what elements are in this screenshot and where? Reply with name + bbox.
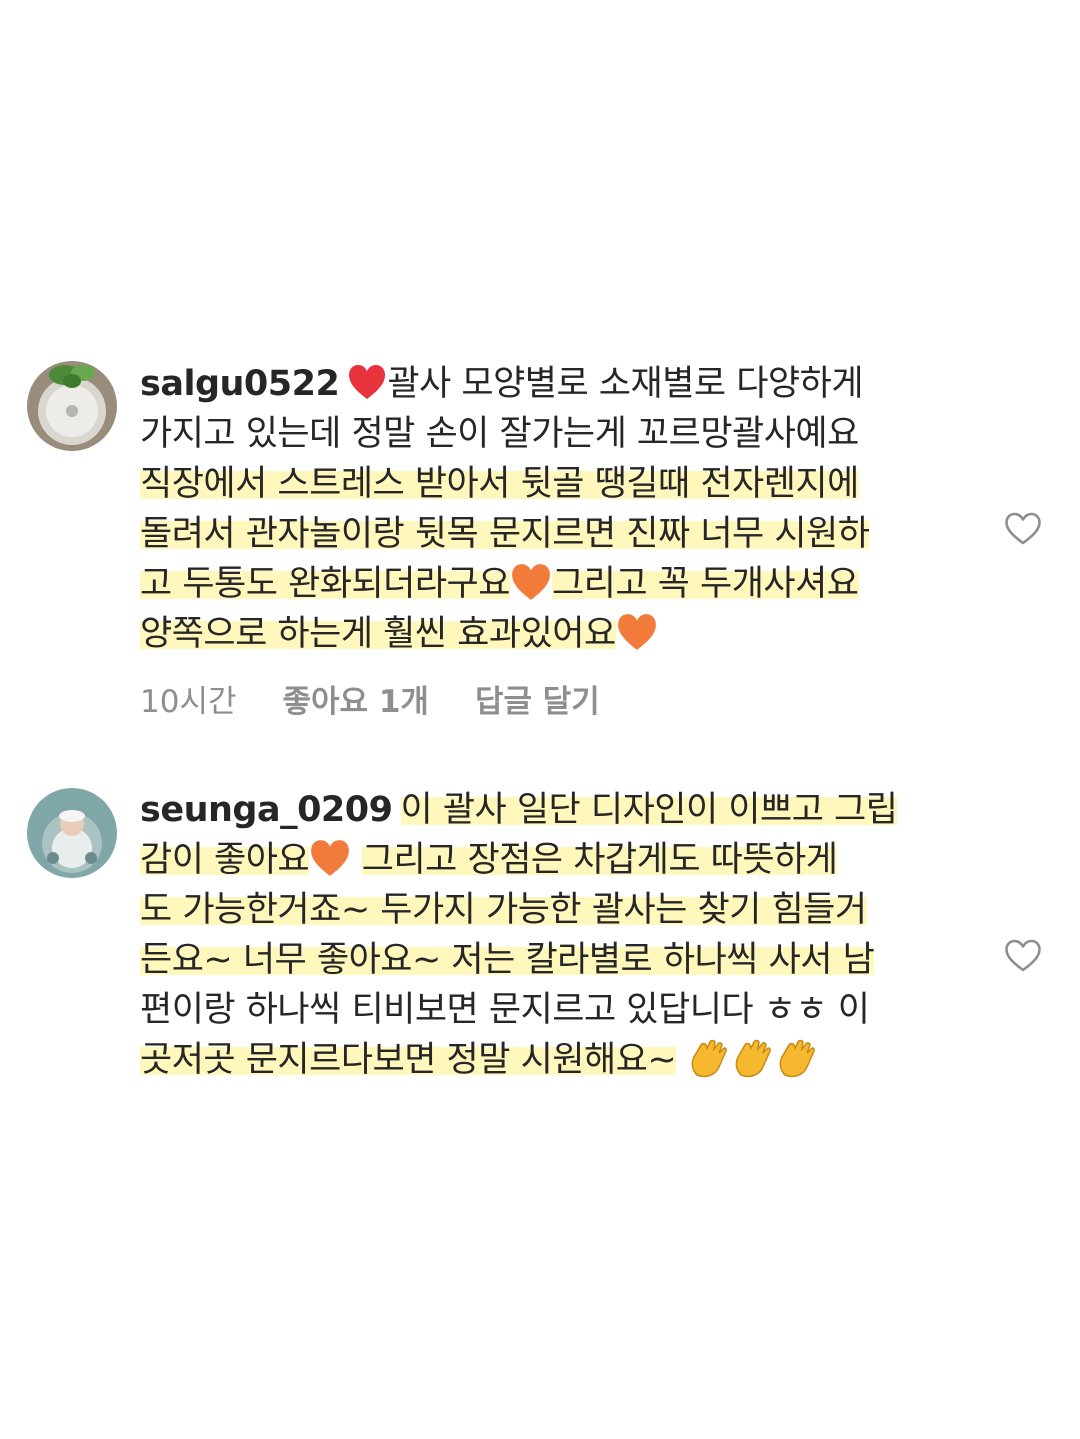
comment-line: 가지고 있는데 정말 손이 잘가는게 꼬르망괄사예요 — [140, 409, 970, 459]
comment-line-text: 감이 좋아요 — [140, 840, 310, 880]
comment-meta: 10시간 좋아요 1개 답글 달기 — [140, 676, 600, 721]
comment-time: 10시간 — [140, 684, 237, 720]
comment-line: 직장에서 스트레스 받아서 뒷골 땡길때 전자렌지에 — [140, 459, 970, 509]
comment-line-text: 직장에서 스트레스 받아서 뒷골 땡길때 전자렌지에 — [140, 464, 859, 504]
comment-line-text: 그리고 꼭 두개사셔요 — [551, 564, 859, 604]
username[interactable]: salgu0522 — [140, 364, 340, 404]
comment-line-text: 고 두통도 완화되더라구요 — [140, 564, 510, 604]
like-button[interactable] — [1004, 939, 1042, 973]
orange-heart-emoji-icon — [512, 564, 550, 600]
like-button[interactable] — [1004, 512, 1042, 546]
orange-heart-emoji-icon — [311, 840, 350, 876]
comment-text: seunga_0209 이 괄사 일단 디자인이 이쁘고 그립 감이 좋아요 그리… — [140, 785, 970, 1085]
comment-line: 도 가능한거죠~ 두가지 가능한 괄사는 찾기 힘들거 — [140, 885, 970, 935]
reply-button[interactable]: 답글 달기 — [475, 676, 600, 721]
comment-line: 곳저곳 문지르다보면 정말 시원해요~ — [140, 1035, 970, 1085]
plant-avatar-icon — [27, 361, 117, 451]
likes-count-button[interactable]: 좋아요 1개 — [283, 676, 429, 721]
baby-avatar-icon — [27, 788, 117, 878]
comment-line: 든요~ 너무 좋아요~ 저는 칼라별로 하나씩 사서 남 — [140, 935, 970, 985]
comment-line-text: 곳저곳 문지르다보면 정말 시원해요~ — [140, 1040, 677, 1080]
comment-line-text: 그리고 장점은 차갑게도 따뜻하게 — [361, 840, 838, 880]
comment-text: salgu0522 괄사 모양별로 소재별로 다양하게 가지고 있는데 정말 손이… — [140, 359, 970, 659]
comment-line: 편이랑 하나씩 티비보면 문지르고 있답니다 ㅎㅎ 이 — [140, 985, 970, 1035]
heart-outline-icon — [1005, 939, 1041, 972]
heart-outline-icon — [1005, 512, 1041, 545]
comment-line: 고 두통도 완화되더라구요 그리고 꼭 두개사셔요 — [140, 559, 970, 609]
avatar[interactable] — [27, 788, 117, 878]
username[interactable]: seunga_0209 — [140, 790, 393, 830]
clapping-hands-emoji-icon — [735, 1039, 771, 1078]
comment-line: 돌려서 관자놀이랑 뒷목 문지르면 진짜 너무 시원하 — [140, 509, 970, 559]
comment-line: 감이 좋아요 그리고 장점은 차갑게도 따뜻하게 — [140, 835, 970, 885]
red-heart-emoji-icon — [349, 365, 386, 399]
comment-line-text: 양쪽으로 하는게 훨씬 효과있어요 — [140, 614, 616, 654]
comment-line-text: 가지고 있는데 정말 손이 잘가는게 꼬르망괄사예요 — [140, 414, 859, 454]
clapping-hands-emoji-icon — [691, 1039, 727, 1078]
comment-line-text: 든요~ 너무 좋아요~ 저는 칼라별로 하나씩 사서 남 — [140, 940, 875, 980]
comment-line-text: 이 괄사 일단 디자인이 이쁘고 그립 — [400, 790, 898, 830]
comment-line: seunga_0209 이 괄사 일단 디자인이 이쁘고 그립 — [140, 785, 970, 835]
comment-line-text: 돌려서 관자놀이랑 뒷목 문지르면 진짜 너무 시원하 — [140, 514, 870, 554]
orange-heart-emoji-icon — [617, 614, 656, 650]
comment-line-text: 편이랑 하나씩 티비보면 문지르고 있답니다 ㅎㅎ 이 — [140, 990, 870, 1030]
avatar[interactable] — [27, 361, 117, 451]
comment-line-text: 도 가능한거죠~ 두가지 가능한 괄사는 찾기 힘들거 — [140, 890, 867, 930]
clapping-hands-emoji-icon — [779, 1039, 815, 1078]
comment-line-text: 괄사 모양별로 소재별로 다양하게 — [387, 364, 864, 404]
comment-line: salgu0522 괄사 모양별로 소재별로 다양하게 — [140, 359, 970, 409]
comment-line: 양쪽으로 하는게 훨씬 효과있어요 — [140, 609, 970, 659]
